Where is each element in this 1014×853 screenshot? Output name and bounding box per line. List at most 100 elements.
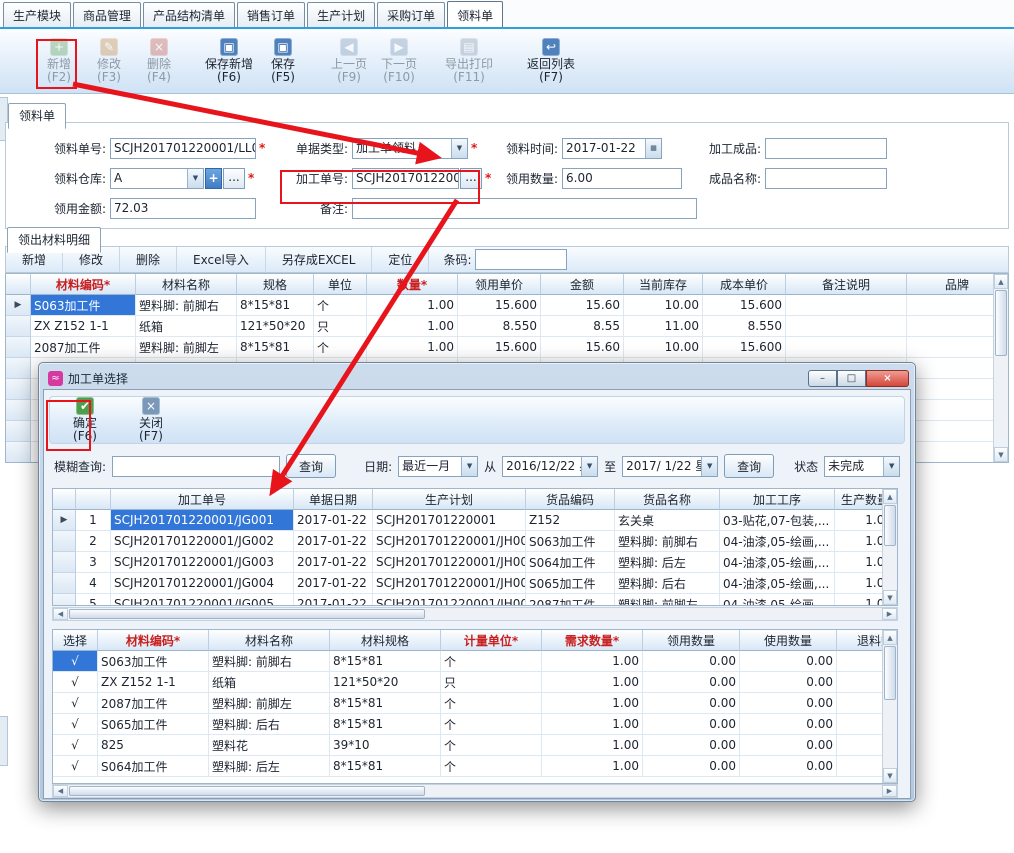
grid-cell[interactable]: SCJH201701220001 (373, 510, 526, 531)
grid-cell[interactable]: 塑料脚: 前脚左 (209, 693, 330, 714)
grid-cell[interactable]: 03-贴花,07-包装,... (720, 510, 835, 531)
product-name-input[interactable] (765, 168, 887, 189)
tab-pick-order[interactable]: 领料单 (8, 103, 66, 129)
grid-cell[interactable]: 5 (76, 594, 111, 606)
grid-column-header[interactable]: 材料名称 (136, 274, 237, 295)
grid-cell[interactable]: 10.00 (624, 295, 703, 316)
grid-cell[interactable]: 11.00 (624, 316, 703, 337)
grid-cell[interactable]: 1.00 (542, 735, 643, 756)
toolbar-edit-button[interactable]: ✎修改(F3) (84, 36, 134, 86)
scrollbar-thumb[interactable] (69, 609, 425, 619)
grid-cell[interactable]: 4 (76, 573, 111, 594)
grid-cell[interactable]: 04-油漆,05-绘画,... (720, 594, 835, 606)
grid-column-header[interactable]: 加工单号 (111, 489, 294, 510)
search-button[interactable]: 查询 (286, 454, 336, 478)
grid-cell[interactable]: 2017-01-22 (294, 573, 373, 594)
horizontal-scrollbar[interactable]: ◀ ▶ (52, 607, 898, 621)
grid-cell[interactable]: SCJH201701220001/JH002 (373, 594, 526, 606)
toolbar-prev-page-button[interactable]: ◀上一页(F9) (324, 36, 374, 86)
grid-cell[interactable]: 8*15*81 (237, 337, 314, 358)
grid-cell[interactable]: 塑料脚: 后右 (209, 714, 330, 735)
grid-cell[interactable]: 8*15*81 (237, 295, 314, 316)
toolbar-delete-button[interactable]: ×删除(F4) (134, 36, 184, 86)
scroll-down-icon[interactable]: ▼ (883, 768, 897, 783)
grid-cell[interactable]: 2 (76, 531, 111, 552)
scrollbar-thumb[interactable] (69, 786, 425, 796)
process-order-browse-button[interactable]: ... (460, 168, 482, 189)
grid-column-header[interactable]: 单据日期 (294, 489, 373, 510)
vertical-scrollbar[interactable]: ▲ ▼ (993, 274, 1008, 462)
grid-cell[interactable]: 0.00 (740, 735, 837, 756)
grid-cell[interactable]: 1.00 (542, 714, 643, 735)
grid-cell[interactable]: 塑料脚: 前脚右 (615, 531, 720, 552)
dialog-titlebar[interactable]: ≈ 加工单选择 – □ × (43, 367, 911, 389)
grid-cell[interactable]: S064加工件 (98, 756, 209, 777)
doc-type-select[interactable]: 加工单领料 ▼ (352, 138, 468, 159)
detail-save-as-excel-button[interactable]: 另存成EXCEL (266, 247, 373, 272)
detail-delete-button[interactable]: 删除 (120, 247, 177, 272)
toolbar-back-to-list-button[interactable]: ↩返回列表(F7) (522, 36, 580, 86)
grid-cell[interactable] (53, 573, 76, 594)
grid-cell[interactable] (6, 337, 31, 358)
grid-cell[interactable]: 塑料脚: 后右 (615, 573, 720, 594)
grid-cell[interactable]: SCJH201701220001/JH004 (373, 552, 526, 573)
grid-cell[interactable]: 个 (441, 693, 542, 714)
grid-cell[interactable]: 15.60 (541, 295, 624, 316)
grid-column-header[interactable]: 材料编码* (31, 274, 136, 295)
grid-cell[interactable]: √ (53, 651, 98, 672)
detail-excel-import-button[interactable]: Excel导入 (177, 247, 266, 272)
pick-amount-input[interactable]: 72.03 (110, 198, 256, 219)
top-tab-4[interactable]: 生产计划 (307, 2, 375, 27)
vertical-scrollbar[interactable]: ▲ ▼ (882, 630, 897, 783)
grid-cell[interactable]: 塑料脚: 前脚右 (209, 651, 330, 672)
grid-cell[interactable]: 2017-01-22 (294, 510, 373, 531)
scrollbar-track[interactable] (994, 357, 1008, 447)
grid-cell[interactable]: √ (53, 672, 98, 693)
tab-detail-materials[interactable]: 领出材料明细 (7, 227, 101, 253)
grid-cell[interactable]: √ (53, 735, 98, 756)
grid-cell[interactable]: SCJH201701220001/JH003 (373, 573, 526, 594)
close-icon[interactable]: × (866, 370, 909, 387)
grid-cell[interactable]: 纸箱 (209, 672, 330, 693)
scrollbar-track[interactable] (883, 547, 897, 590)
grid-cell[interactable]: 个 (314, 337, 367, 358)
grid-cell[interactable] (786, 337, 907, 358)
grid-cell[interactable]: 8*15*81 (330, 693, 441, 714)
grid-cell[interactable]: S063加工件 (31, 295, 136, 316)
grid-column-header[interactable]: 材料规格 (330, 630, 441, 651)
grid-empty-cell[interactable] (6, 400, 31, 421)
order-no-input[interactable]: SCJH201701220001/LL0 (110, 138, 256, 159)
grid-column-header[interactable]: 材料编码* (98, 630, 209, 651)
grid-cell[interactable]: 8.550 (703, 316, 786, 337)
grid-cell[interactable]: 0.00 (740, 672, 837, 693)
grid-cell[interactable]: √ (53, 693, 98, 714)
top-tab-1[interactable]: 商品管理 (73, 2, 141, 27)
grid-cell[interactable]: ▶ (6, 295, 31, 316)
grid-cell[interactable]: 个 (314, 295, 367, 316)
grid-cell[interactable]: 2087加工件 (31, 337, 136, 358)
grid-empty-cell[interactable] (6, 358, 31, 379)
grid-cell[interactable]: 0.00 (740, 693, 837, 714)
grid-cell[interactable]: 8.550 (458, 316, 541, 337)
fuzzy-search-input[interactable] (112, 456, 280, 477)
toolbar-new-button[interactable]: +新增(F2) (34, 36, 84, 86)
toolbar-save-new-button[interactable]: ▣保存新增(F6) (200, 36, 258, 86)
date-range-select[interactable]: 最近一月 ▼ (398, 456, 478, 477)
close-dialog-button[interactable]: × 关闭 (F7) (126, 395, 176, 445)
grid-cell[interactable] (53, 531, 76, 552)
scrollbar-thumb[interactable] (995, 290, 1007, 356)
grid-cell[interactable]: S063加工件 (98, 651, 209, 672)
grid-cell[interactable]: 1.00 (542, 756, 643, 777)
grid-cell[interactable]: √ (53, 756, 98, 777)
chevron-down-icon[interactable]: ▼ (581, 457, 597, 476)
pick-qty-input[interactable]: 6.00 (562, 168, 682, 189)
grid-cell[interactable]: SCJH201701220001/JH005 (373, 531, 526, 552)
grid-cell[interactable]: 0.00 (740, 651, 837, 672)
grid-cell[interactable]: SCJH201701220001/JG004 (111, 573, 294, 594)
grid-cell[interactable]: 塑料脚: 前脚左 (136, 337, 237, 358)
add-warehouse-button[interactable]: + (205, 168, 222, 189)
grid-cell[interactable]: 0.00 (643, 756, 740, 777)
grid-cell[interactable] (786, 316, 907, 337)
grid-column-header[interactable]: 规格 (237, 274, 314, 295)
grid-cell[interactable]: 2017-01-22 (294, 552, 373, 573)
